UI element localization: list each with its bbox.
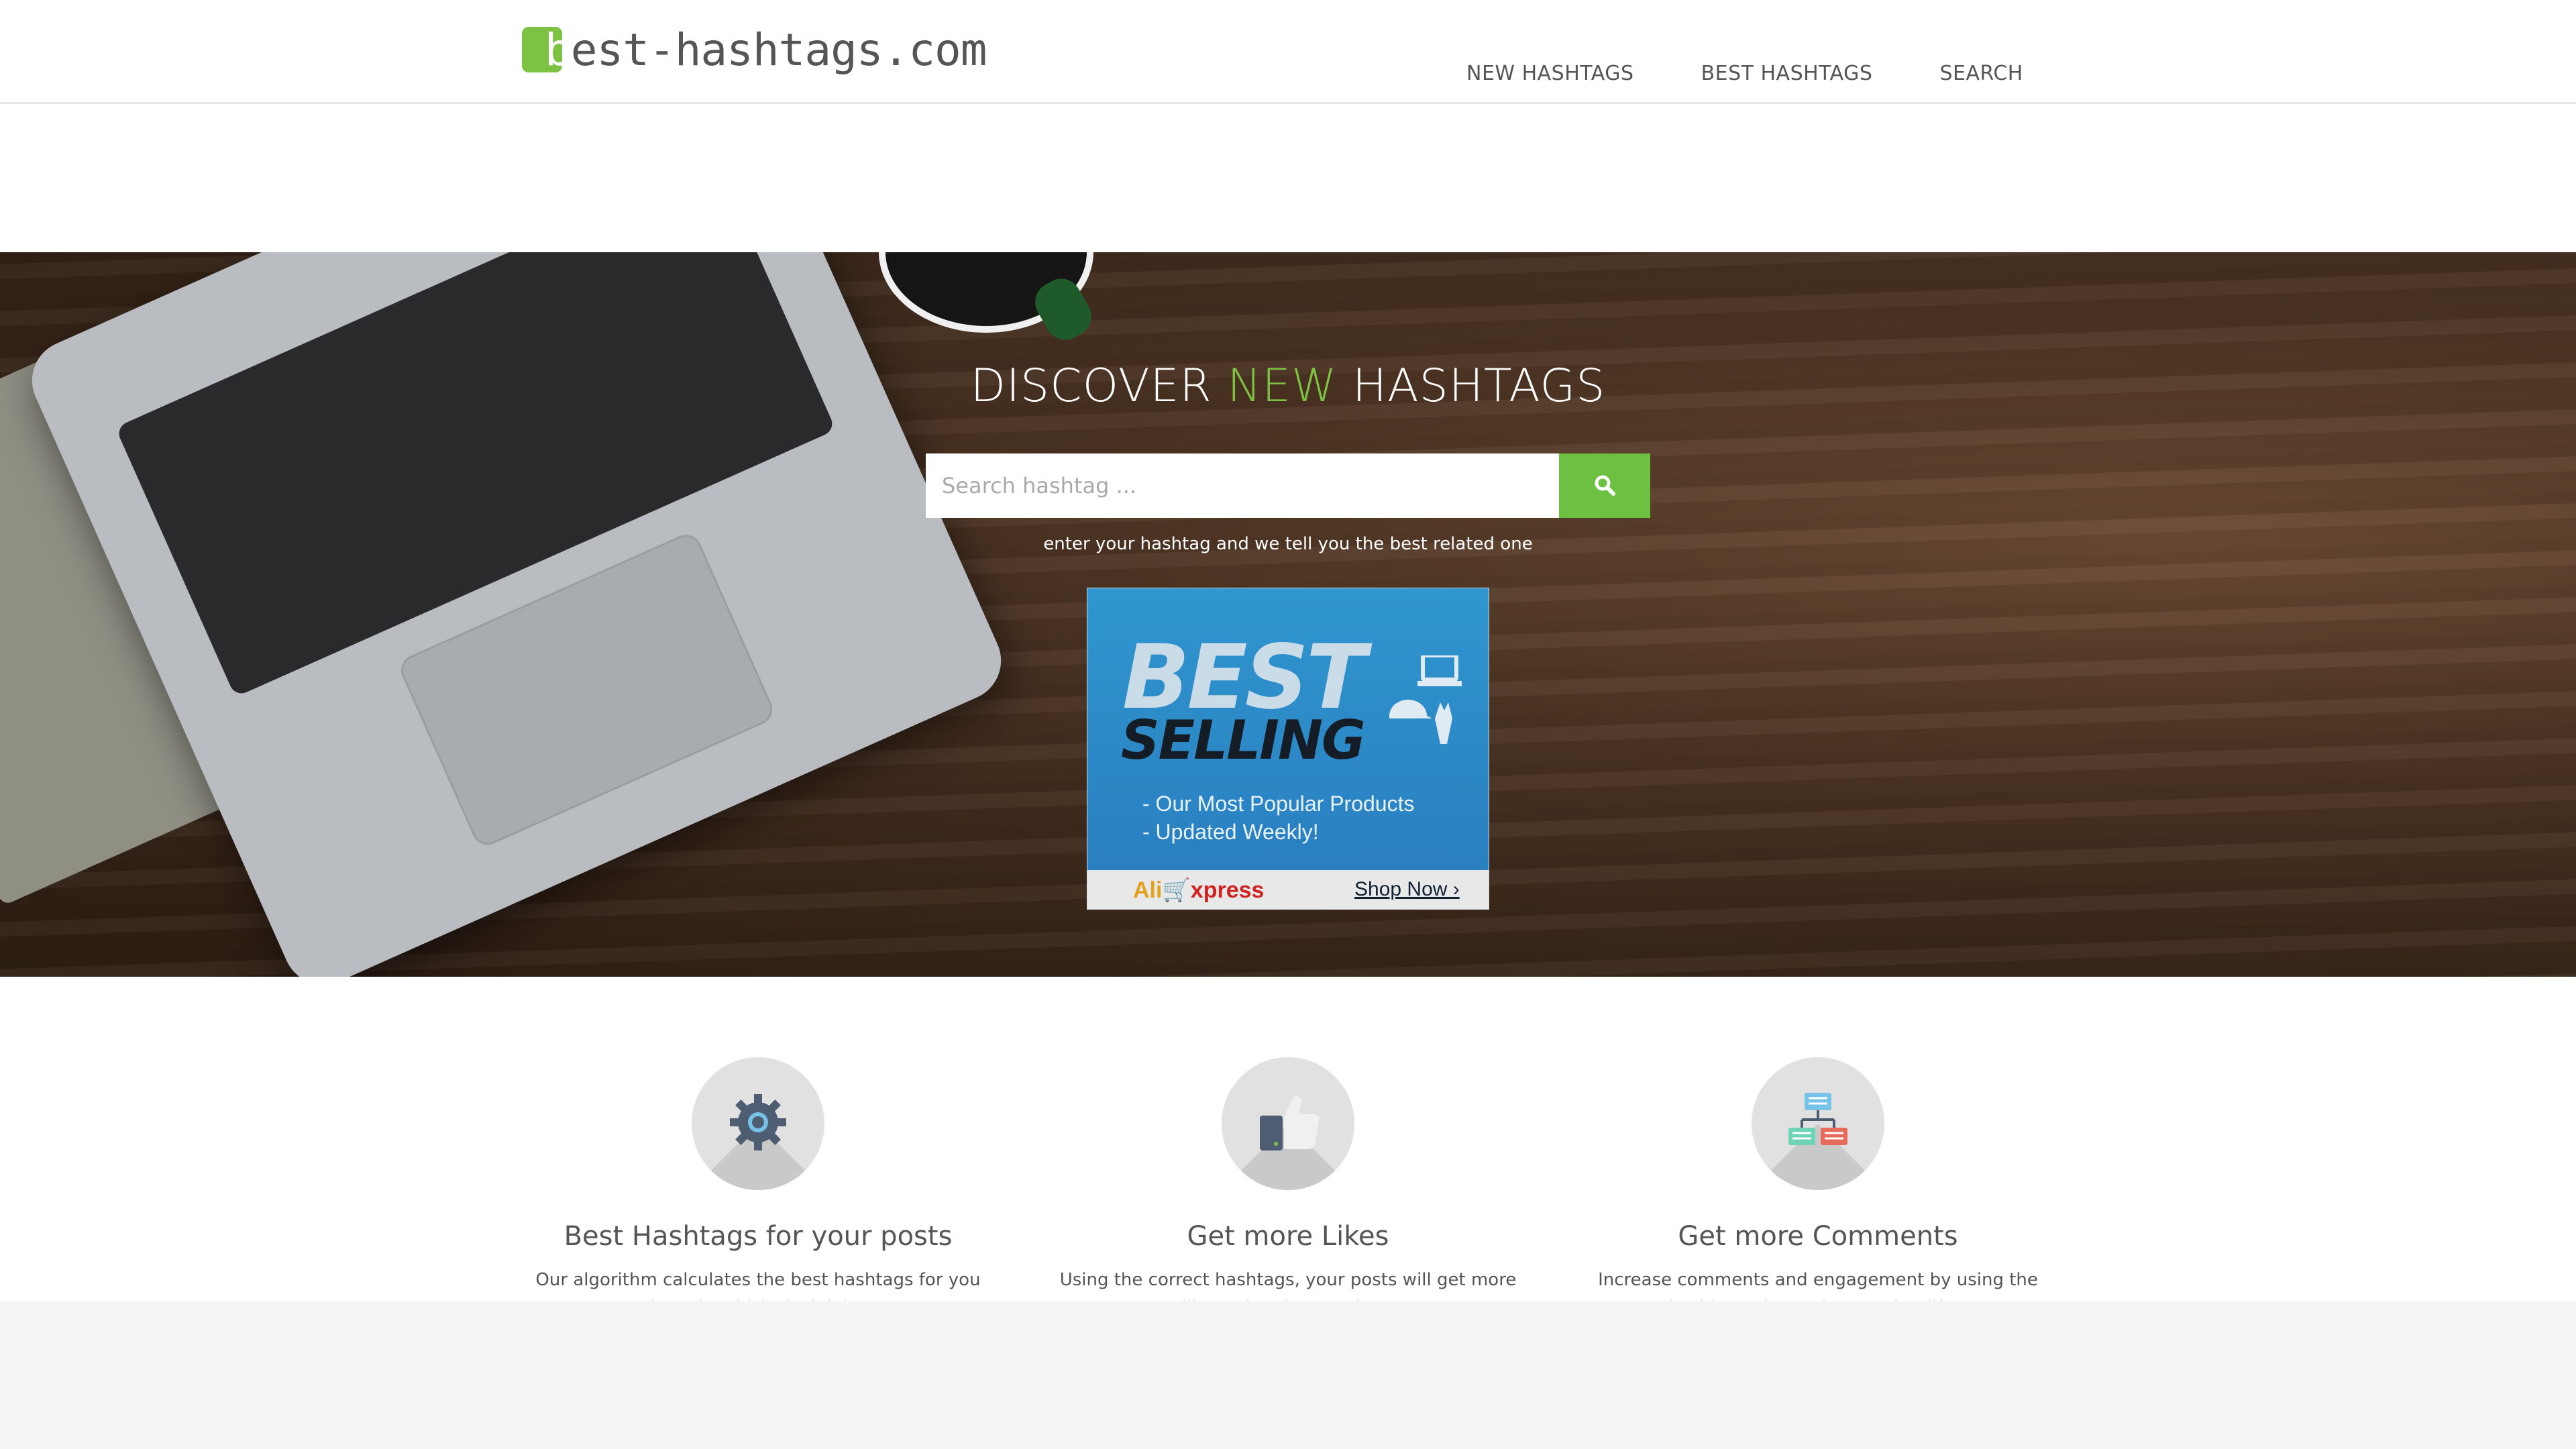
thumbs-up-icon bbox=[1254, 1089, 1322, 1159]
network-icon bbox=[1784, 1089, 1851, 1159]
ad-bullets: - Our Most Popular Products - Updated We… bbox=[1142, 790, 1414, 846]
ali-text: Ali bbox=[1133, 877, 1163, 903]
ad-headline-2: SELLING bbox=[1121, 709, 1366, 771]
aliexpress-ad-banner[interactable]: BEST SELLING - Our Most Popular Products… bbox=[1087, 588, 1489, 910]
features-section: Best Hashtags for your posts Our algorit… bbox=[523, 1057, 2053, 1339]
search-button[interactable] bbox=[1559, 453, 1650, 518]
nav-best-hashtags[interactable]: BEST HASHTAGS bbox=[1701, 62, 1873, 85]
express-text: xpress bbox=[1190, 877, 1265, 903]
feature-desc-line-1: Our algorithm calculates the best hashta… bbox=[535, 1270, 981, 1290]
nav-new-hashtags[interactable]: NEW HASHTAGS bbox=[1466, 62, 1634, 85]
feature-title: Get more Comments bbox=[1678, 1221, 1958, 1252]
feature-icon-circle bbox=[1752, 1057, 1884, 1190]
search-bar bbox=[926, 453, 1650, 518]
hero-title-post: HASHTAGS bbox=[1337, 360, 1606, 413]
aliexpress-logo: Ali🛒xpress bbox=[1133, 877, 1264, 904]
feature-more-comments: Get more Comments Increase comments and … bbox=[1583, 1057, 2053, 1339]
ad-bullet-2: - Updated Weekly! bbox=[1142, 820, 1319, 844]
ad-footer: Ali🛒xpress Shop Now › bbox=[1087, 870, 1489, 909]
cart-icon: 🛒 bbox=[1162, 877, 1191, 903]
ad-product-icons bbox=[1383, 653, 1463, 763]
hero-title: DISCOVER NEW HASHTAGS bbox=[0, 360, 2576, 413]
footer-band bbox=[0, 1301, 2576, 1449]
search-icon bbox=[1593, 474, 1616, 498]
logo-letter: b bbox=[545, 23, 572, 76]
feature-more-likes: Get more Likes Using the correct hashtag… bbox=[1053, 1057, 1523, 1339]
hero-title-pre: DISCOVER bbox=[970, 360, 1228, 413]
feature-desc-line-1: Using the correct hashtags, your posts w… bbox=[1059, 1270, 1517, 1290]
logo-text: best-hashtags.com bbox=[545, 24, 987, 76]
site-header: best-hashtags.com NEW HASHTAGS BEST HASH… bbox=[0, 0, 2576, 104]
nav-search[interactable]: SEARCH bbox=[1939, 62, 2023, 85]
logo-domain: est-hashtags.com bbox=[570, 23, 987, 76]
feature-title: Get more Likes bbox=[1187, 1221, 1389, 1252]
hero-subtitle: enter your hashtag and we tell you the b… bbox=[1043, 534, 1533, 554]
hero-section: DISCOVER NEW HASHTAGS enter your hashtag… bbox=[0, 252, 2576, 977]
feature-best-hashtags: Best Hashtags for your posts Our algorit… bbox=[523, 1057, 993, 1339]
site-logo[interactable]: best-hashtags.com bbox=[522, 24, 987, 76]
hero-title-accent: NEW bbox=[1227, 360, 1338, 413]
feature-desc-line-1: Increase comments and engagement by usin… bbox=[1598, 1270, 2038, 1290]
main-nav: NEW HASHTAGS BEST HASHTAGS SEARCH bbox=[1466, 62, 2023, 85]
ad-bullet-1: - Our Most Popular Products bbox=[1142, 792, 1415, 816]
gear-icon bbox=[726, 1090, 790, 1157]
shop-now-link[interactable]: Shop Now › bbox=[1354, 878, 1460, 901]
feature-title: Best Hashtags for your posts bbox=[564, 1221, 953, 1252]
feature-icon-circle bbox=[692, 1057, 824, 1190]
search-input[interactable] bbox=[926, 453, 1559, 518]
feature-icon-circle bbox=[1222, 1057, 1354, 1190]
